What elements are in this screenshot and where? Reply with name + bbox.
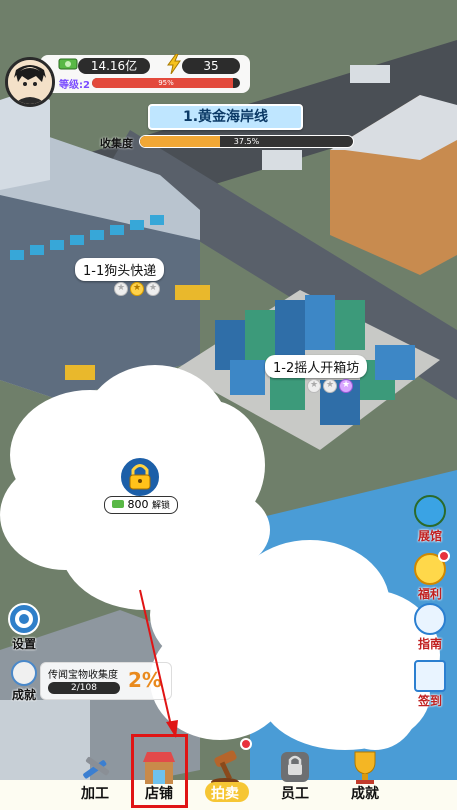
trophy-icon xyxy=(354,751,376,784)
gavel-icon xyxy=(211,750,239,786)
nav-auction-label: 拍卖 xyxy=(211,786,239,802)
nav-staff-label: 员工 xyxy=(281,786,309,802)
nav-process-label: 加工 xyxy=(81,786,109,802)
highlight-box xyxy=(131,734,188,808)
locked-staff-icon xyxy=(281,752,309,782)
guide-arrow xyxy=(139,589,178,738)
notification-dot xyxy=(240,738,252,750)
nav-achievement-label: 成就 xyxy=(351,786,379,802)
hammer-wrench-icon xyxy=(83,756,110,779)
